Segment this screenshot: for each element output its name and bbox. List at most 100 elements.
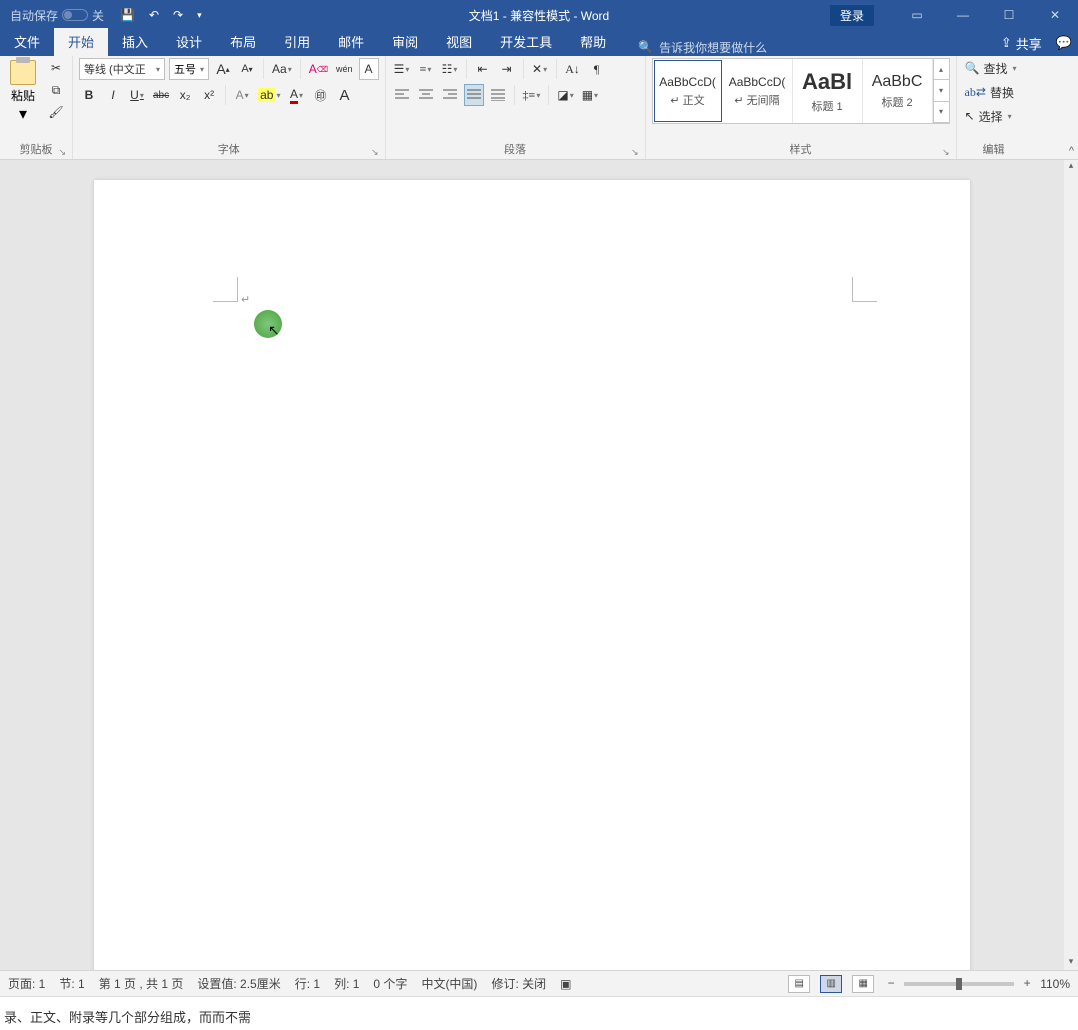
tab-file[interactable]: 文件 [0, 28, 54, 56]
scroll-down-icon[interactable]: ▾ [1064, 956, 1078, 970]
select-button[interactable]: ↖选择▾ [963, 106, 1025, 126]
autosave-toggle[interactable]: 自动保存 关 [0, 7, 104, 24]
increase-indent-button[interactable]: ⇥ [497, 58, 517, 80]
char-border-button[interactable]: A [359, 58, 379, 80]
underline-button[interactable]: U▾ [127, 84, 147, 106]
line-spacing-button[interactable]: ‡≡▾ [521, 84, 543, 106]
styles-expand-icon[interactable]: ▾ [934, 102, 949, 123]
strike-button[interactable]: abc [151, 84, 171, 106]
justify-button[interactable] [464, 84, 484, 106]
login-button[interactable]: 登录 [830, 5, 874, 26]
scroll-up-icon[interactable]: ▴ [1064, 160, 1078, 174]
clear-format-button[interactable]: A⌫ [307, 58, 330, 80]
show-marks-button[interactable]: ¶ [587, 58, 607, 80]
ribbon-display-icon[interactable]: ▭ [894, 0, 940, 30]
highlight-button[interactable]: ab▾ [256, 84, 282, 106]
status-words[interactable]: 0 个字 [373, 975, 407, 992]
share-button[interactable]: ⇪ 共享 [1001, 34, 1042, 53]
font-name-combo[interactable]: 等线 (中文正▾ [79, 58, 165, 80]
styles-scroll-down-icon[interactable]: ▾ [934, 80, 949, 101]
zoom-slider[interactable]: − + 110% [884, 977, 1070, 991]
status-language[interactable]: 中文(中国) [421, 975, 477, 992]
font-color-button[interactable]: A▾ [287, 84, 307, 106]
tab-home[interactable]: 开始 [54, 28, 108, 56]
distribute-button[interactable] [488, 84, 508, 106]
bold-button[interactable]: B [79, 84, 99, 106]
subscript-button[interactable]: x₂ [175, 84, 195, 106]
style-normal[interactable]: AaBbCcD( ↵ 正文 [654, 60, 722, 122]
tab-mailings[interactable]: 邮件 [324, 28, 378, 56]
status-track-changes[interactable]: 修订: 关闭 [491, 975, 546, 992]
paragraph-dialog-icon[interactable]: ↘ [631, 147, 639, 158]
superscript-button[interactable]: x² [199, 84, 219, 106]
tab-devtools[interactable]: 开发工具 [486, 28, 566, 56]
comments-icon[interactable]: 💬 [1056, 35, 1072, 51]
italic-button[interactable]: I [103, 84, 123, 106]
autosave-switch-icon[interactable] [62, 9, 88, 21]
tab-design[interactable]: 设计 [162, 28, 216, 56]
multilevel-button[interactable]: ☷▾ [440, 58, 460, 80]
font-dialog-icon[interactable]: ↘ [371, 147, 379, 158]
close-icon[interactable]: ✕ [1032, 0, 1078, 30]
vertical-scrollbar[interactable]: ▴ ▾ [1064, 160, 1078, 970]
font-size-combo[interactable]: 五号▾ [169, 58, 209, 80]
tell-me-search[interactable]: 🔍 告诉我你想要做什么 [638, 39, 767, 56]
zoom-value[interactable]: 110% [1040, 977, 1070, 991]
char-shading-button[interactable]: A [335, 84, 355, 106]
paste-dropdown-icon[interactable]: ▾ [19, 104, 27, 124]
view-web-layout-button[interactable]: ▦ [852, 975, 874, 993]
tab-view[interactable]: 视图 [432, 28, 486, 56]
zoom-track[interactable] [904, 982, 1014, 986]
styles-scroll-up-icon[interactable]: ▴ [934, 59, 949, 80]
tab-review[interactable]: 审阅 [378, 28, 432, 56]
status-page[interactable]: 页面: 1 [8, 975, 45, 992]
asian-layout-button[interactable]: ✕▾ [530, 58, 550, 80]
styles-dialog-icon[interactable]: ↘ [942, 147, 950, 158]
redo-icon[interactable]: ↷ [173, 8, 183, 23]
qat-dropdown-icon[interactable]: ▾ [197, 10, 202, 21]
status-column[interactable]: 列: 1 [334, 975, 359, 992]
tab-help[interactable]: 帮助 [566, 28, 620, 56]
clipboard-dialog-icon[interactable]: ↘ [58, 147, 66, 158]
shrink-font-button[interactable]: A▾ [237, 58, 257, 80]
paste-button[interactable]: 粘贴 ▾ [6, 58, 40, 124]
grow-font-button[interactable]: A▴ [213, 58, 233, 80]
document-area[interactable]: ↵ ↖ [0, 160, 1064, 970]
align-left-button[interactable] [392, 84, 412, 106]
style-heading-1[interactable]: AaBl 标题 1 [793, 59, 863, 123]
style-no-spacing[interactable]: AaBbCcD( ↵ 无间隔 [723, 59, 793, 123]
minimize-icon[interactable]: — [940, 0, 986, 30]
zoom-in-icon[interactable]: + [1020, 977, 1034, 991]
style-heading-2[interactable]: AaBbC 标题 2 [863, 59, 933, 123]
styles-gallery[interactable]: AaBbCcD( ↵ 正文 AaBbCcD( ↵ 无间隔 AaBl 标题 1 A… [652, 58, 950, 124]
format-painter-button[interactable]: 🖌 [46, 102, 66, 122]
cut-button[interactable]: ✂ [46, 58, 66, 78]
undo-icon[interactable]: ↶ [149, 8, 159, 23]
status-position[interactable]: 设置值: 2.5厘米 [197, 975, 280, 992]
maximize-icon[interactable]: ☐ [986, 0, 1032, 30]
phonetic-guide-button[interactable]: wén [334, 58, 355, 80]
sort-button[interactable]: A↓ [563, 58, 583, 80]
tab-references[interactable]: 引用 [270, 28, 324, 56]
tab-layout[interactable]: 布局 [216, 28, 270, 56]
find-button[interactable]: 🔍查找▾ [963, 58, 1025, 78]
status-line[interactable]: 行: 1 [295, 975, 320, 992]
change-case-button[interactable]: Aa▾ [270, 58, 294, 80]
view-read-mode-button[interactable]: ▤ [788, 975, 810, 993]
copy-button[interactable]: ⧉ [46, 80, 66, 100]
zoom-thumb[interactable] [956, 978, 962, 990]
borders-button[interactable]: ▦▾ [580, 84, 600, 106]
decrease-indent-button[interactable]: ⇤ [473, 58, 493, 80]
status-page-of[interactable]: 第 1 页 , 共 1 页 [99, 975, 184, 992]
status-macro-icon[interactable]: ▣ [560, 977, 571, 991]
save-icon[interactable]: 💾 [120, 8, 135, 23]
status-section[interactable]: 节: 1 [59, 975, 84, 992]
numbering-button[interactable]: ≡▾ [416, 58, 436, 80]
page[interactable]: ↵ ↖ [94, 180, 970, 970]
replace-button[interactable]: ab⇄替换 [963, 82, 1025, 102]
bullets-button[interactable]: ☰▾ [392, 58, 412, 80]
text-effects-button[interactable]: A▾ [232, 84, 252, 106]
shading-button[interactable]: ◪▾ [555, 84, 575, 106]
zoom-out-icon[interactable]: − [884, 977, 898, 991]
align-right-button[interactable] [440, 84, 460, 106]
